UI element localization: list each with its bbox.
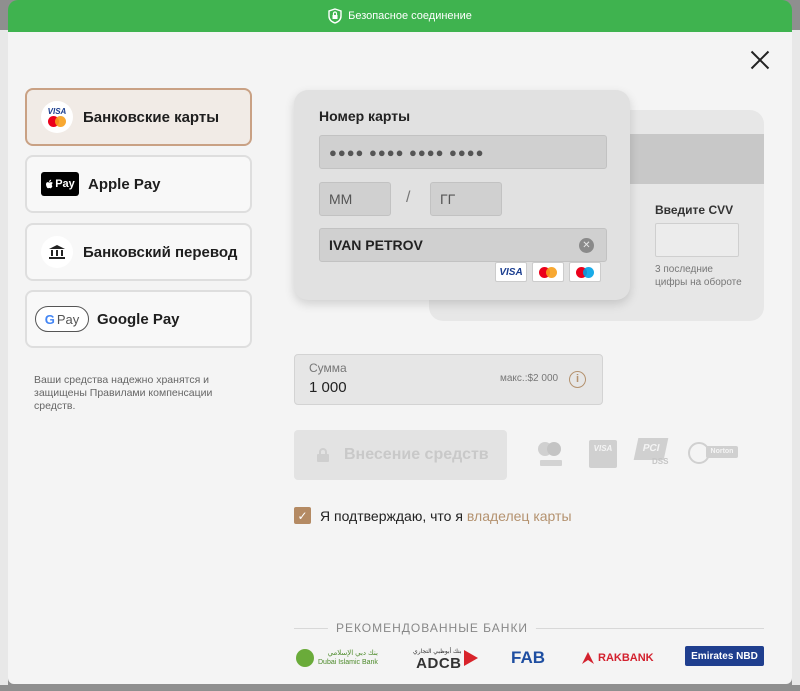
card-owner-link[interactable]: владелец карты — [467, 508, 572, 524]
expiry-month-input[interactable]: ММ — [319, 182, 391, 216]
confirm-text: Я подтверждаю, что я — [320, 507, 463, 524]
method-bank-transfer[interactable]: Банковский перевод — [25, 223, 252, 281]
deposit-button[interactable]: Внесение средств — [294, 430, 507, 480]
close-button[interactable] — [749, 49, 771, 71]
bank-logo-fab: FAB — [511, 648, 545, 667]
amount-field[interactable]: Сумма 1 000 макс.:$2 000 i — [294, 354, 603, 405]
background-page — [0, 30, 8, 685]
card-front: Номер карты ●●●● ●●●● ●●●● ●●●● ММ / ГГ … — [294, 90, 630, 300]
shield-lock-icon — [328, 8, 342, 24]
cardholder-name-input[interactable]: IVAN PETROV ✕ — [319, 228, 607, 262]
method-bank-cards[interactable]: VISA Банковские карты — [25, 88, 252, 146]
mastercard-securecode-logo — [538, 440, 568, 470]
background-page-right — [792, 30, 800, 685]
bank-building-icon — [41, 236, 73, 268]
info-icon[interactable]: i — [569, 371, 586, 388]
mastercard-icon — [532, 262, 564, 282]
card-number-input[interactable]: ●●●● ●●●● ●●●● ●●●● — [319, 135, 607, 169]
bank-logo-adcb: بنك أبوظبي التجاري ADCB — [413, 646, 478, 671]
cvv-input[interactable] — [655, 223, 739, 257]
method-label: Google Pay — [97, 310, 180, 328]
visa-secure-logo: VISA — [589, 440, 617, 468]
payment-modal: VISA Банковские карты Pay Apple Pay Банк… — [8, 32, 792, 684]
pci-dss-logo: PCI DSS — [633, 438, 672, 468]
amount-max: макс.:$2 000 — [500, 373, 559, 384]
method-apple-pay[interactable]: Pay Apple Pay — [25, 155, 252, 213]
secure-connection-text: Безопасное соединение — [348, 10, 472, 22]
bank-logo-rakbank: RAKBANK — [580, 646, 654, 670]
lock-icon — [317, 448, 329, 462]
card-brands: VISA — [495, 262, 601, 282]
expiry-separator: / — [406, 189, 411, 206]
amount-label: Сумма — [309, 361, 347, 375]
method-label: Банковский перевод — [83, 243, 238, 261]
confirm-checkbox[interactable]: ✓ — [294, 507, 311, 524]
card-number-label: Номер карты — [319, 108, 411, 124]
google-pay-icon: G Pay — [35, 306, 89, 332]
expiry-year-input[interactable]: ГГ — [430, 182, 502, 216]
secure-connection-bar: Безопасное соединение — [8, 0, 792, 32]
norton-logo: Norton — [688, 442, 740, 466]
visa-mastercard-icon: VISA — [41, 101, 73, 133]
cvv-hint: 3 последние цифры на обороте — [655, 264, 742, 288]
bank-logo-dubai-islamic: بنك دبي الإسلامي Dubai Islamic Bank — [296, 646, 378, 670]
visa-icon: VISA — [495, 262, 527, 282]
safety-note: Ваши средства надежно хранятся и защищен… — [34, 374, 213, 412]
clear-icon[interactable]: ✕ — [579, 238, 594, 253]
owner-confirmation: ✓ Я подтверждаю, что я владелец карты — [294, 507, 572, 524]
bank-logo-emirates-nbd: Emirates NBD — [685, 646, 764, 666]
maestro-icon — [569, 262, 601, 282]
cvv-label: Введите CVV — [655, 203, 734, 217]
amount-value[interactable]: 1 000 — [309, 379, 347, 396]
method-label: Банковские карты — [83, 108, 220, 126]
apple-pay-icon: Pay — [41, 172, 79, 196]
method-google-pay[interactable]: G Pay Google Pay — [25, 290, 252, 348]
method-label: Apple Pay — [88, 175, 161, 193]
